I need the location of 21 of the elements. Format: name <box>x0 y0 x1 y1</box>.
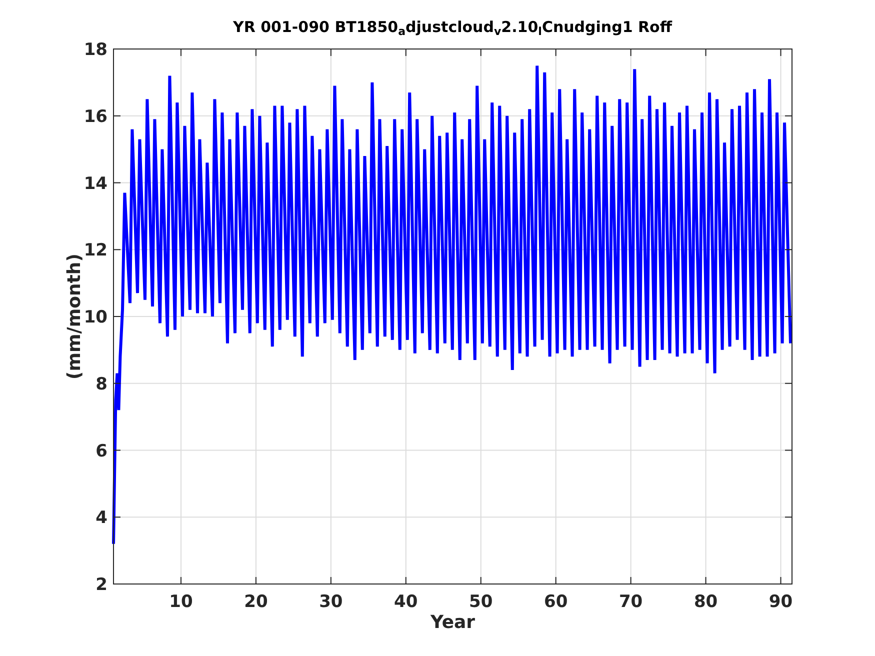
y-tick-label: 4 <box>96 508 108 528</box>
y-tick-label: 14 <box>84 174 108 194</box>
x-tick-label: 70 <box>618 592 643 612</box>
x-tick-label: 90 <box>768 592 793 612</box>
y-tick-label: 6 <box>96 441 108 462</box>
x-tick-label: 10 <box>169 592 193 612</box>
x-tick-label: 80 <box>694 592 718 612</box>
y-tick-label: 10 <box>84 308 108 328</box>
y-tick-label: 16 <box>84 106 108 127</box>
chart-title: YR 001-090 BT1850$_{a}$djustcloud$_{v}$2.10$_{l}$Cnudging1 Roff <box>232 18 672 35</box>
x-axis-title: Year <box>430 612 476 633</box>
y-axis-title: (mm/month) <box>64 254 85 380</box>
y-tick-label: 12 <box>84 240 108 261</box>
y-tick-label: 18 <box>84 40 108 60</box>
x-tick-label: 60 <box>544 592 568 612</box>
y-tick-label: 2 <box>96 575 108 595</box>
y-tick-label: 8 <box>96 374 108 394</box>
x-tick-label: 30 <box>319 592 343 612</box>
x-tick-label: 50 <box>469 592 493 612</box>
x-tick-label: 20 <box>244 592 268 612</box>
x-tick-label: 40 <box>394 592 418 612</box>
